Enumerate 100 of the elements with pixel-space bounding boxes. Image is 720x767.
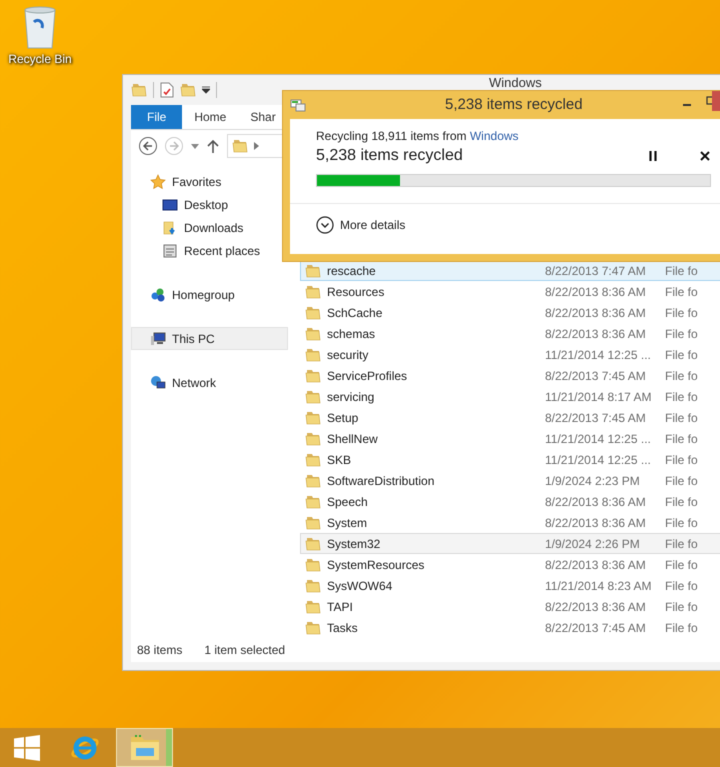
file-type: File fo xyxy=(665,284,698,298)
folder-icon xyxy=(305,388,321,404)
file-name: TAPI xyxy=(327,600,353,614)
folder-icon xyxy=(305,284,321,300)
file-name: ServiceProfiles xyxy=(327,368,408,382)
properties-page-icon[interactable] xyxy=(160,82,174,98)
folder-icon xyxy=(305,326,321,342)
sidebar-item[interactable]: Favorites xyxy=(131,170,288,193)
file-row[interactable]: servicing 11/21/2014 8:17 AM File fo xyxy=(300,386,720,407)
folder-icon xyxy=(305,304,321,320)
file-row[interactable]: TAPI 8/22/2013 8:36 AM File fo xyxy=(300,596,720,617)
file-name: SchCache xyxy=(327,306,382,320)
file-explorer-icon xyxy=(128,732,160,762)
file-name: servicing xyxy=(327,390,374,404)
recycle-dialog-icon xyxy=(290,98,306,112)
file-name: ShellNew xyxy=(327,432,378,446)
date-modified: 8/22/2013 8:36 AM xyxy=(545,516,647,530)
file-row[interactable]: SKB 11/21/2014 12:25 ... File fo xyxy=(300,449,720,470)
date-modified: 8/22/2013 7:45 AM xyxy=(545,410,647,424)
file-name: Setup xyxy=(327,410,358,424)
up-arrow-icon[interactable] xyxy=(207,139,219,153)
folder-icon xyxy=(305,262,321,278)
file-row[interactable]: Setup 8/22/2013 7:45 AM File fo xyxy=(300,407,720,428)
sidebar-item[interactable]: This PC xyxy=(131,327,288,350)
file-type: File fo xyxy=(665,620,698,634)
file-name: Resources xyxy=(327,284,384,298)
file-row[interactable]: rescache 8/22/2013 7:47 AM File fo xyxy=(300,260,720,281)
file-row[interactable]: Speech 8/22/2013 8:36 AM File fo xyxy=(300,491,720,512)
file-name: Speech xyxy=(327,494,368,508)
file-row[interactable]: System32 1/9/2024 2:26 PM File fo xyxy=(300,533,720,554)
more-details-button[interactable]: More details xyxy=(316,216,720,234)
file-type: File fo xyxy=(665,600,698,614)
monitor-icon xyxy=(162,196,178,212)
date-modified: 8/22/2013 8:36 AM xyxy=(545,494,647,508)
folder-icon xyxy=(305,598,321,614)
sidebar-item[interactable]: Recent places xyxy=(131,239,288,262)
folder-icon xyxy=(305,620,321,636)
file-row[interactable]: Tasks 8/22/2013 7:45 AM File fo xyxy=(300,617,720,638)
date-modified: 8/22/2013 7:47 AM xyxy=(545,264,647,278)
date-modified: 8/22/2013 8:36 AM xyxy=(545,306,647,320)
sidebar-item[interactable]: Homegroup xyxy=(131,283,288,306)
date-modified: 8/22/2013 8:36 AM xyxy=(545,600,647,614)
file-type: File fo xyxy=(665,306,698,320)
file-type: File fo xyxy=(665,326,698,340)
file-row[interactable]: System 8/22/2013 8:36 AM File fo xyxy=(300,512,720,533)
back-button[interactable] xyxy=(139,137,157,155)
file-name: Tasks xyxy=(327,620,358,634)
network-icon xyxy=(150,374,166,390)
file-type: File fo xyxy=(665,536,698,550)
file-row[interactable]: schemas 8/22/2013 8:36 AM File fo xyxy=(300,323,720,344)
folder-icon xyxy=(305,536,321,552)
folder-icon xyxy=(305,346,321,362)
file-type: File fo xyxy=(665,432,698,446)
file-name: rescache xyxy=(327,264,376,278)
star-icon xyxy=(150,174,166,190)
file-row[interactable]: ServiceProfiles 8/22/2013 7:45 AM File fo xyxy=(300,365,720,386)
sidebar-item[interactable]: Desktop xyxy=(131,193,288,216)
date-modified: 8/22/2013 7:45 AM xyxy=(545,368,647,382)
sidebar-item[interactable]: Network xyxy=(131,371,288,394)
file-name: SystemResources xyxy=(327,558,424,572)
minimize-icon xyxy=(683,104,691,106)
window-title: Windows xyxy=(489,76,542,90)
file-name: System32 xyxy=(327,536,380,550)
file-type: File fo xyxy=(665,494,698,508)
file-name: schemas xyxy=(327,326,376,340)
ribbon-tab[interactable]: File xyxy=(131,105,182,129)
file-row[interactable]: SysWOW64 11/21/2014 8:23 AM File fo xyxy=(300,575,720,596)
file-name: SKB xyxy=(327,452,352,466)
date-modified: 1/9/2024 2:26 PM xyxy=(545,536,641,550)
folder-icon xyxy=(305,410,321,426)
folder-icon xyxy=(305,430,321,446)
dropdown-caret-icon[interactable] xyxy=(202,86,210,94)
folder-icon xyxy=(305,494,321,510)
windows-logo-icon xyxy=(14,734,40,760)
file-name: System xyxy=(327,516,368,530)
file-row[interactable]: ShellNew 11/21/2014 12:25 ... File fo xyxy=(300,428,720,449)
file-type: File fo xyxy=(665,516,698,530)
folder-icon xyxy=(305,514,321,530)
folder-icon xyxy=(305,556,321,572)
source-folder-link[interactable]: Windows xyxy=(470,129,519,143)
ribbon-tab[interactable]: Home xyxy=(182,105,238,129)
file-name: security xyxy=(327,348,368,362)
file-type: File fo xyxy=(665,474,698,488)
ribbon-tab[interactable]: Shar xyxy=(238,105,288,129)
file-type: File fo xyxy=(665,348,698,362)
recycling-source-text: Recycling 18,911 items from Windows xyxy=(316,129,520,143)
file-row[interactable]: security 11/21/2014 12:25 ... File fo xyxy=(300,344,720,365)
cancel-button[interactable] xyxy=(698,149,712,163)
sidebar-item[interactable]: Downloads xyxy=(131,216,288,239)
recycle-bin-icon[interactable] xyxy=(22,6,58,50)
file-row[interactable]: SoftwareDistribution 1/9/2024 2:23 PM File fo xyxy=(300,470,720,491)
file-row[interactable]: Resources 8/22/2013 8:36 AM File fo xyxy=(300,281,720,302)
date-modified: 11/21/2014 8:23 AM xyxy=(545,578,653,592)
file-type: File fo xyxy=(665,264,698,278)
recent-places-icon xyxy=(162,242,178,258)
file-row[interactable]: SystemResources 8/22/2013 8:36 AM File fo xyxy=(300,554,720,575)
file-name: SysWOW64 xyxy=(327,578,392,592)
close-icon xyxy=(700,151,710,161)
file-type: File fo xyxy=(665,452,698,466)
file-row[interactable]: SchCache 8/22/2013 8:36 AM File fo xyxy=(300,302,720,323)
